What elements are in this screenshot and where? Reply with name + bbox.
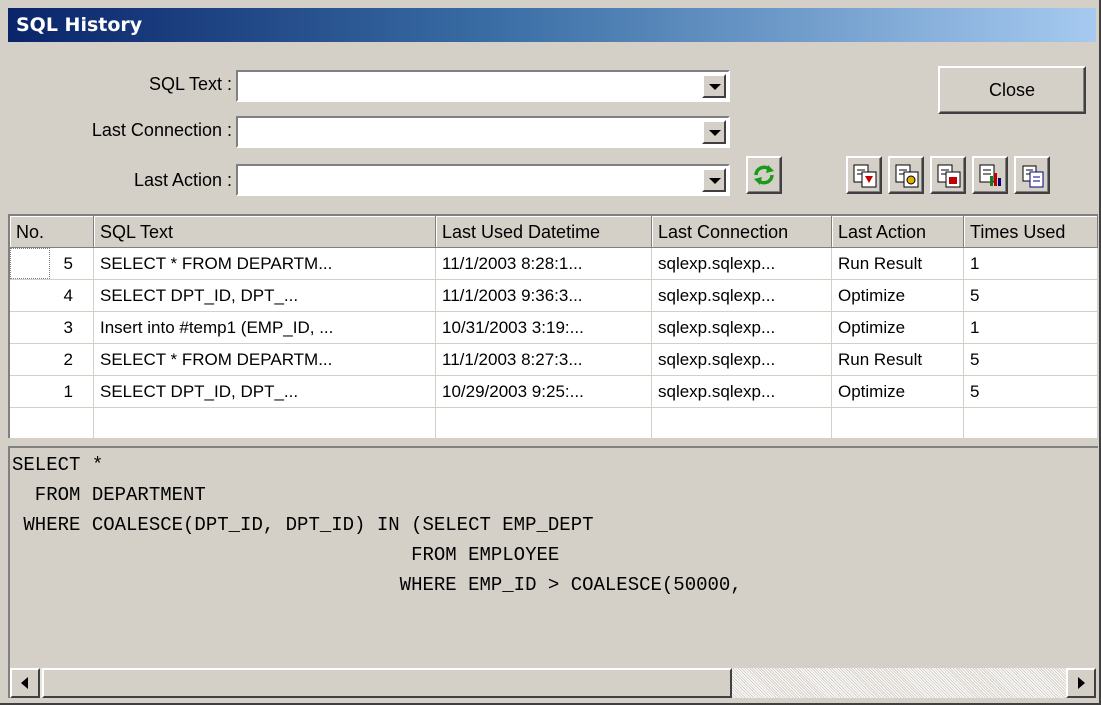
scroll-right-button[interactable] — [1066, 668, 1096, 698]
close-button-label: Close — [988, 80, 1036, 100]
row-sql-text: SELECT * FROM DEPARTM... — [94, 344, 436, 376]
column-header-last-used-datetime[interactable]: Last Used Datetime — [436, 216, 652, 248]
horizontal-scrollbar[interactable] — [10, 668, 1096, 698]
row-last-used-datetime: 11/1/2003 8:28:1... — [436, 248, 652, 280]
sql-preview-text: SELECT * FROM DEPARTMENT WHERE COALESCE(… — [12, 454, 742, 596]
row-no: 4 — [10, 280, 94, 312]
last-action-label: Last Action : — [133, 170, 232, 190]
row-last-used-datetime: 10/31/2003 3:19:... — [436, 312, 652, 344]
empty-cell — [652, 408, 832, 438]
last-connection-input[interactable] — [240, 120, 694, 146]
row-last-action: Run Result — [832, 344, 964, 376]
arrow-right-icon — [1078, 677, 1085, 689]
row-last-action: Optimize — [832, 280, 964, 312]
copy-icon — [1022, 165, 1044, 188]
table-row[interactable]: 4 SELECT DPT_ID, DPT_... 11/1/2003 9:36:… — [10, 280, 1098, 312]
send-to-optimizer-icon — [895, 164, 919, 188]
row-no: 3 — [10, 312, 94, 344]
row-last-connection: sqlexp.sqlexp... — [652, 248, 832, 280]
row-last-connection: sqlexp.sqlexp... — [652, 312, 832, 344]
row-last-connection: sqlexp.sqlexp... — [652, 376, 832, 408]
sql-history-window: SQL History SQL Text : Last Connection :… — [0, 0, 1101, 705]
last-action-input[interactable] — [240, 168, 694, 194]
column-header-last-connection[interactable]: Last Connection — [652, 216, 832, 248]
delete-button[interactable] — [972, 156, 1008, 194]
title-bar: SQL History — [8, 8, 1096, 42]
last-action-dropdown-button[interactable] — [702, 168, 726, 192]
row-last-used-datetime: 11/1/2003 8:27:3... — [436, 344, 652, 376]
empty-cell — [94, 408, 436, 438]
history-grid[interactable]: No. SQL Text Last Used Datetime Last Con… — [8, 214, 1098, 438]
row-sql-text: SELECT * FROM DEPARTM... — [94, 248, 436, 280]
row-sql-text: SELECT DPT_ID, DPT_... — [94, 280, 436, 312]
column-header-no[interactable]: No. — [10, 216, 94, 248]
copy-to-editor-icon — [853, 164, 877, 188]
column-header-times-used[interactable]: Times Used — [964, 216, 1098, 248]
table-row-empty — [10, 408, 1098, 438]
refresh-button[interactable] — [746, 156, 782, 194]
scroll-track[interactable] — [732, 668, 1066, 698]
row-sql-text: SELECT DPT_ID, DPT_... — [94, 376, 436, 408]
row-no: 2 — [10, 344, 94, 376]
row-sql-text: Insert into #temp1 (EMP_ID, ... — [94, 312, 436, 344]
row-no: 1 — [10, 376, 94, 408]
row-last-used-datetime: 11/1/2003 9:36:3... — [436, 280, 652, 312]
sql-text-dropdown-button[interactable] — [702, 74, 726, 98]
empty-cell — [436, 408, 652, 438]
sql-preview-pane[interactable]: SELECT * FROM DEPARTMENT WHERE COALESCE(… — [8, 446, 1098, 698]
refresh-icon — [754, 165, 774, 185]
delete-icon — [979, 164, 1001, 186]
row-last-action: Optimize — [832, 312, 964, 344]
export-button[interactable] — [930, 156, 966, 194]
row-last-action: Optimize — [832, 376, 964, 408]
last-connection-label: Last Connection : — [91, 120, 232, 140]
column-header-last-action[interactable]: Last Action — [832, 216, 964, 248]
arrow-left-icon — [21, 677, 28, 689]
copy-button[interactable] — [1014, 156, 1050, 194]
empty-cell — [10, 408, 94, 438]
row-times-used: 1 — [964, 312, 1098, 344]
sql-text-input[interactable] — [240, 74, 694, 100]
last-connection-combo[interactable] — [236, 116, 730, 148]
row-focus-indicator — [10, 248, 50, 279]
table-row[interactable]: 5 SELECT * FROM DEPARTM... 11/1/2003 8:2… — [10, 248, 1098, 280]
row-last-action: Run Result — [832, 248, 964, 280]
empty-cell — [964, 408, 1098, 438]
last-action-combo[interactable] — [236, 164, 730, 196]
window-title: SQL History — [16, 14, 143, 36]
row-last-used-datetime: 10/29/2003 9:25:... — [436, 376, 652, 408]
last-connection-dropdown-button[interactable] — [702, 120, 726, 144]
row-times-used: 5 — [964, 376, 1098, 408]
scroll-thumb[interactable] — [42, 668, 732, 698]
sql-text-label: SQL Text : — [148, 74, 232, 94]
export-icon — [937, 164, 961, 188]
empty-cell — [832, 408, 964, 438]
sql-text-combo[interactable] — [236, 70, 730, 102]
row-times-used: 1 — [964, 248, 1098, 280]
row-last-connection: sqlexp.sqlexp... — [652, 280, 832, 312]
table-row[interactable]: 1 SELECT DPT_ID, DPT_... 10/29/2003 9:25… — [10, 376, 1098, 408]
close-button[interactable]: Close — [938, 66, 1086, 114]
row-times-used: 5 — [964, 344, 1098, 376]
row-times-used: 5 — [964, 280, 1098, 312]
table-row[interactable]: 3 Insert into #temp1 (EMP_ID, ... 10/31/… — [10, 312, 1098, 344]
copy-to-editor-button[interactable] — [846, 156, 882, 194]
table-row[interactable]: 2 SELECT * FROM DEPARTM... 11/1/2003 8:2… — [10, 344, 1098, 376]
row-last-connection: sqlexp.sqlexp... — [652, 344, 832, 376]
send-to-optimizer-button[interactable] — [888, 156, 924, 194]
scroll-left-button[interactable] — [10, 668, 40, 698]
column-header-sql-text[interactable]: SQL Text — [94, 216, 436, 248]
